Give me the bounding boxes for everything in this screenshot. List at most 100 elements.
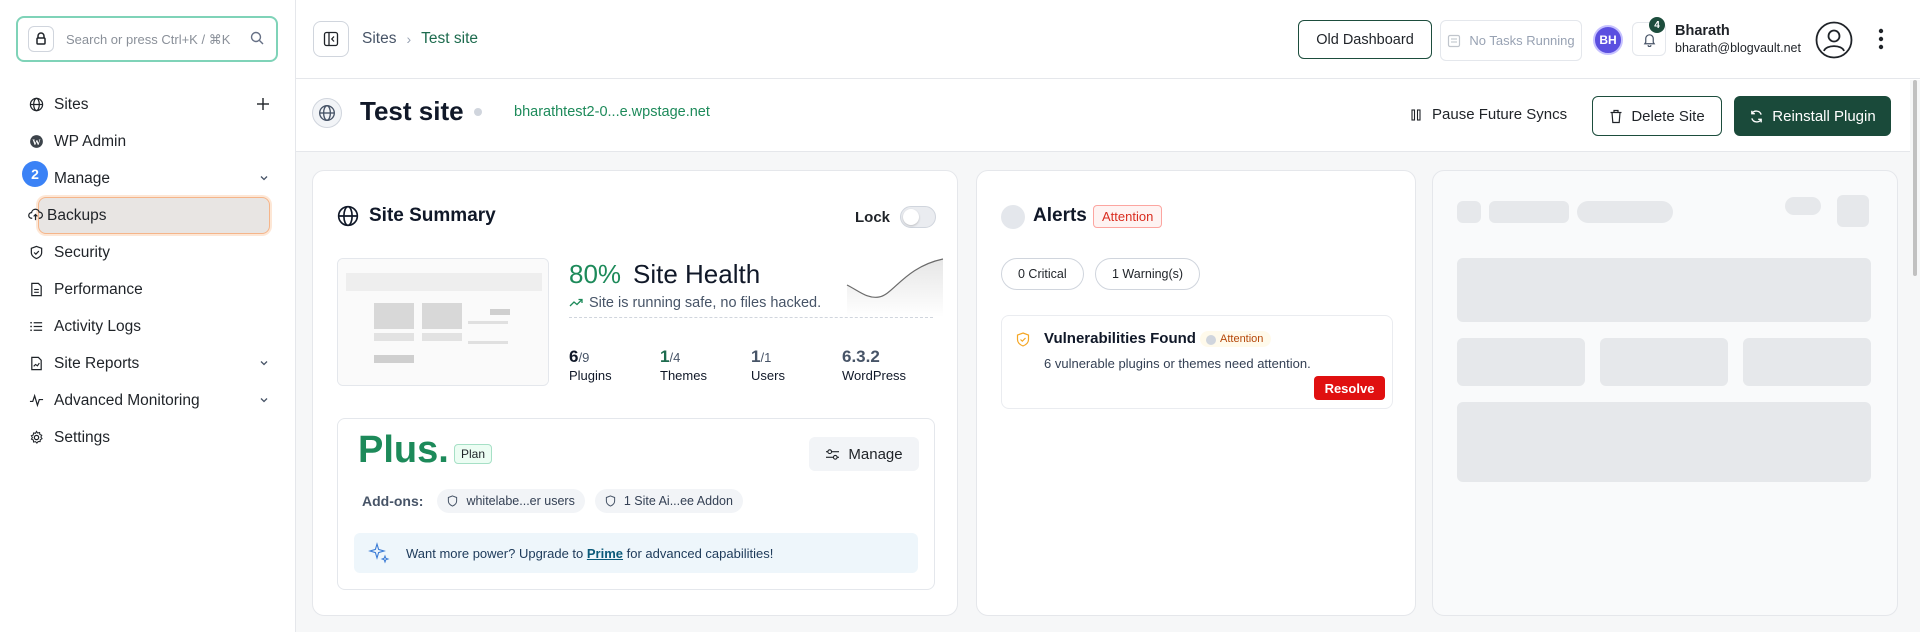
document-icon: [28, 282, 44, 298]
upgrade-banner: Want more power? Upgrade to Prime for ad…: [354, 533, 918, 573]
site-header: Test site bharathtest2-0...e.wpstage.net…: [296, 80, 1910, 152]
chevron-down-icon: [258, 356, 270, 374]
shield-icon: [605, 495, 615, 507]
plan-box: Plus. Plan Manage Add-ons: whitelabe...e…: [337, 418, 935, 590]
step-badge: 2: [22, 161, 48, 187]
delete-label: Delete Site: [1631, 107, 1705, 125]
list-icon: [28, 319, 44, 335]
manage-label: Manage: [848, 445, 903, 463]
stat-themes[interactable]: 1/4 Themes: [660, 347, 751, 383]
user-email: bharath@blogvault.net: [1675, 41, 1801, 55]
skeleton-block: [1457, 258, 1871, 322]
gear-icon: [28, 430, 44, 446]
reinstall-plugin-button[interactable]: Reinstall Plugin: [1734, 96, 1891, 136]
site-stats: 6/9 Plugins 1/4 Themes 1/1 Users 6.3.2 W…: [569, 347, 933, 383]
tasks-icon: [1448, 34, 1461, 47]
alert-status-dot: [1001, 205, 1025, 229]
skeleton-block: [1600, 338, 1728, 386]
globe-icon: [337, 205, 359, 232]
svg-text:W: W: [32, 137, 41, 147]
pause-label: Pause Future Syncs: [1432, 106, 1568, 123]
sidebar-item-label: Sites: [54, 95, 89, 113]
addon-chip[interactable]: whitelabe...er users: [437, 489, 585, 513]
sidebar-item-activity-logs[interactable]: Activity Logs: [18, 308, 280, 345]
trend-up-icon: [569, 298, 583, 307]
file-report-icon: [28, 356, 44, 372]
sidebar-nav: Sites W WP Admin Manage Backups Security…: [18, 86, 280, 456]
sidebar-item-site-reports[interactable]: Site Reports: [18, 345, 280, 382]
sidebar-item-advanced-monitoring[interactable]: Advanced Monitoring: [18, 382, 280, 419]
sliders-icon: [826, 448, 840, 460]
old-dashboard-button[interactable]: Old Dashboard: [1298, 20, 1432, 59]
health-divider: [569, 317, 933, 318]
skeleton-block: [1785, 197, 1821, 215]
sidebar-item-settings[interactable]: Settings: [18, 419, 280, 456]
loading-skeleton-card: [1432, 170, 1898, 616]
more-options-icon[interactable]: [1878, 28, 1884, 55]
critical-filter[interactable]: 0 Critical: [1001, 258, 1084, 290]
upgrade-prime-link[interactable]: Prime: [587, 546, 623, 561]
attention-badge: Attention: [1093, 205, 1163, 228]
sidebar-item-security[interactable]: Security: [18, 234, 280, 271]
user-name: Bharath: [1675, 23, 1730, 39]
site-summary-card: Site Summary Lock 80% Site Health Site i…: [312, 170, 958, 616]
skeleton-block: [1457, 402, 1871, 482]
addons-row: Add-ons: whitelabe...er users 1 Site Ai.…: [362, 489, 743, 513]
sidebar-item-label: Backups: [47, 206, 107, 224]
pause-syncs-button[interactable]: Pause Future Syncs: [1410, 106, 1567, 123]
globe-icon: [312, 98, 342, 128]
tasks-label: No Tasks Running: [1469, 33, 1575, 48]
sidebar-item-performance[interactable]: Performance: [18, 271, 280, 308]
sidebar-item-sites[interactable]: Sites: [18, 86, 280, 123]
plan-tag: Plan: [454, 444, 493, 464]
addon-chip[interactable]: 1 Site Ai...ee Addon: [594, 489, 743, 513]
stat-plugins[interactable]: 6/9 Plugins: [569, 347, 660, 383]
breadcrumb-sites[interactable]: Sites: [362, 30, 396, 48]
main-content: Test site bharathtest2-0...e.wpstage.net…: [296, 80, 1910, 632]
sidebar-item-label: Security: [54, 243, 110, 261]
sidebar-item-manage[interactable]: Manage: [18, 160, 280, 197]
health-status-text: Site is running safe, no files hacked.: [589, 295, 822, 311]
user-info[interactable]: Bharath bharath@blogvault.net: [1675, 23, 1801, 55]
sidebar-collapse-icon: [323, 31, 339, 47]
skeleton-block: [1837, 195, 1869, 227]
alerts-card: Alerts Attention 0 Critical 1 Warning(s)…: [976, 170, 1416, 616]
site-url-link[interactable]: bharathtest2-0...e.wpstage.net: [514, 104, 710, 120]
pulse-icon: [28, 393, 44, 409]
vulnerability-title: Vulnerabilities Found: [1044, 330, 1196, 347]
scrollbar-thumb[interactable]: [1913, 80, 1917, 276]
cloud-upload-icon: [28, 207, 43, 227]
logo-icon: [28, 26, 54, 52]
breadcrumb-separator: ›: [406, 31, 412, 47]
pause-icon: [1411, 108, 1421, 121]
upgrade-text: Want more power? Upgrade to Prime for ad…: [406, 545, 774, 561]
site-thumbnail[interactable]: [337, 258, 549, 386]
lock-label: Lock: [855, 209, 891, 226]
scrollbar[interactable]: [1910, 80, 1920, 632]
lock-toggle[interactable]: [900, 206, 936, 228]
shield-check-icon: [1016, 332, 1030, 352]
sidebar-item-backups[interactable]: Backups: [38, 197, 270, 234]
sidebar-item-label: WP Admin: [54, 132, 127, 150]
stat-users[interactable]: 1/1 Users: [751, 347, 842, 383]
plus-icon[interactable]: [256, 97, 270, 116]
sidebar-item-label: Site Reports: [54, 354, 140, 372]
sidebar-toggle-button[interactable]: [313, 21, 349, 57]
globe-icon: [28, 97, 44, 113]
manage-plan-button[interactable]: Manage: [809, 437, 919, 471]
tasks-status[interactable]: No Tasks Running: [1440, 20, 1582, 61]
plan-name: Plus.: [358, 429, 449, 471]
sidebar-item-wp-admin[interactable]: W WP Admin: [18, 123, 280, 160]
sidebar-item-label: Performance: [54, 280, 143, 298]
stat-wordpress[interactable]: 6.3.2 WordPress: [842, 347, 933, 383]
search-input[interactable]: [66, 31, 246, 47]
skeleton-block: [1457, 338, 1585, 386]
health-sparkline: [846, 258, 944, 317]
search-box[interactable]: [16, 16, 278, 62]
avatar[interactable]: BH: [1593, 25, 1623, 55]
health-status: Site is running safe, no files hacked.: [569, 295, 821, 311]
warnings-filter[interactable]: 1 Warning(s): [1095, 258, 1201, 290]
delete-site-button[interactable]: Delete Site: [1592, 96, 1722, 136]
resolve-button[interactable]: Resolve: [1314, 376, 1385, 400]
user-avatar-icon[interactable]: [1815, 21, 1853, 59]
